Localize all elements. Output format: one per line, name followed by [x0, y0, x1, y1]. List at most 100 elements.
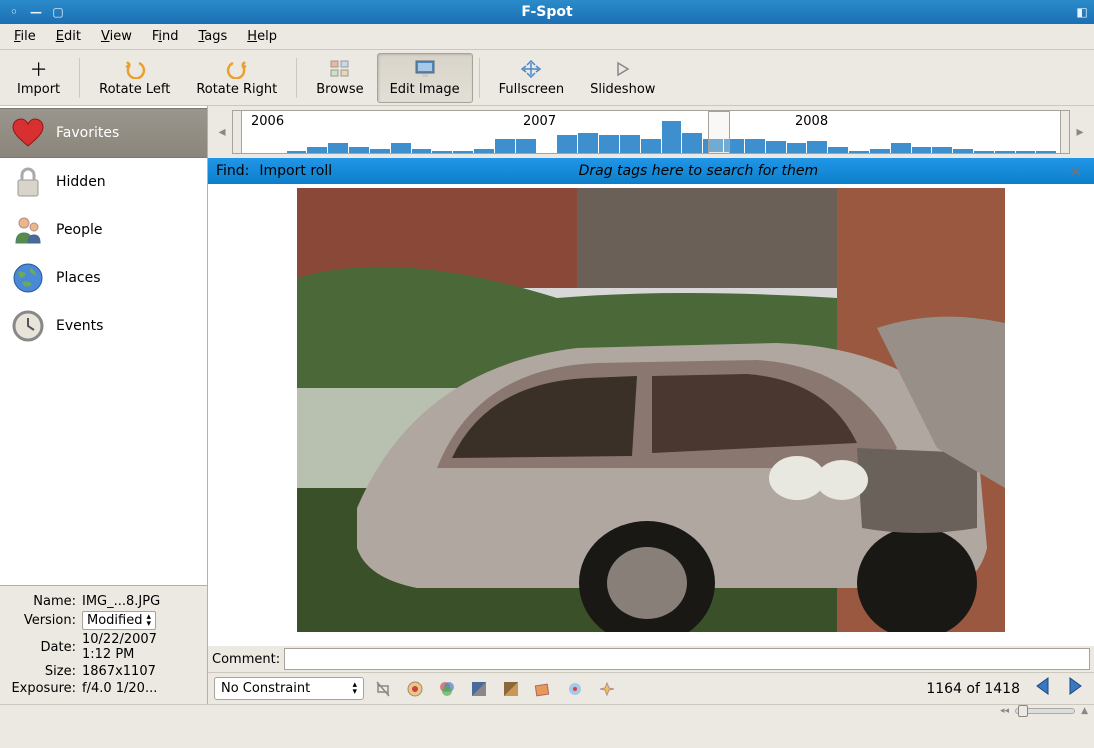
plus-icon: ＋: [30, 58, 48, 80]
timeline-bar: [807, 141, 827, 153]
maximize-icon[interactable]: ▢: [52, 6, 64, 18]
play-icon: [615, 58, 631, 80]
timeline-bar: [953, 149, 973, 153]
next-photo-button[interactable]: [1062, 675, 1088, 703]
date-label: Date:: [6, 640, 82, 655]
timeline-handle-left[interactable]: [232, 110, 242, 154]
slideshow-button[interactable]: Slideshow: [577, 53, 668, 103]
timeline-bar: [662, 121, 682, 153]
menu-help[interactable]: Help: [239, 27, 285, 46]
edit-toolbar: No Constraint ▴▾ 1164 of 1418: [208, 672, 1094, 704]
sidebar: Favorites Hidden People Places Events Na…: [0, 106, 208, 704]
timeline: ◂ 2006 2007 2008 ▸: [208, 106, 1094, 158]
timeline-bar: [912, 147, 932, 153]
rotate-right-button[interactable]: Rotate Right: [183, 53, 290, 103]
timeline-bar: [745, 139, 765, 153]
sidebar-tag-hidden[interactable]: Hidden: [0, 158, 207, 206]
import-button[interactable]: ＋ Import: [4, 53, 73, 103]
zoom-control: ◂◂ ▲: [1000, 706, 1088, 716]
timeline-bar: [412, 149, 432, 153]
find-query[interactable]: Import roll: [259, 163, 332, 179]
timeline-bar: [495, 139, 515, 153]
redeye-icon[interactable]: [402, 677, 428, 701]
sidebar-tag-events[interactable]: Events: [0, 302, 207, 350]
prev-photo-button[interactable]: [1030, 675, 1056, 703]
exposure-value: f/4.0 1/20...: [82, 681, 201, 696]
rotate-right-icon: [226, 58, 248, 80]
straighten-icon[interactable]: [530, 677, 556, 701]
clock-icon: [10, 308, 46, 344]
rotate-left-icon: [124, 58, 146, 80]
timeline-bar: [787, 143, 807, 153]
lock-icon: [10, 164, 46, 200]
size-label: Size:: [6, 664, 82, 679]
zoom-in-icon[interactable]: ▲: [1081, 706, 1088, 716]
size-value: 1867x1107: [82, 664, 201, 679]
auto-color-icon[interactable]: [594, 677, 620, 701]
sidebar-tag-people[interactable]: People: [0, 206, 207, 254]
menu-view[interactable]: View: [93, 27, 140, 46]
heart-icon: [10, 115, 46, 151]
version-label: Version:: [6, 613, 82, 628]
toolbar-separator: [479, 58, 480, 98]
crop-constraint-select[interactable]: No Constraint ▴▾: [214, 677, 364, 700]
close-icon[interactable]: ✕: [1065, 162, 1086, 181]
comment-input[interactable]: [284, 648, 1090, 670]
menu-tags[interactable]: Tags: [191, 27, 236, 46]
fullscreen-icon: [521, 58, 541, 80]
date-value: 10/22/2007 1:12 PM: [82, 632, 201, 662]
timeline-bar: [870, 149, 890, 153]
timeline-bar: [620, 135, 640, 153]
window-menu-icon[interactable]: ◦: [8, 6, 20, 18]
timeline-bar: [1036, 151, 1056, 153]
spinner-icon: ▴▾: [352, 682, 357, 696]
window-titlebar: ◦ — ▢ F-Spot ◧: [0, 0, 1094, 24]
timeline-next-button[interactable]: ▸: [1072, 124, 1088, 140]
sepia-icon[interactable]: [498, 677, 524, 701]
timeline-bar: [766, 141, 786, 153]
menu-find[interactable]: Find: [144, 27, 187, 46]
metadata-panel: Name: IMG_...8.JPG Version: Modified ▴▾ …: [0, 585, 207, 704]
comment-row: Comment:: [208, 646, 1094, 672]
toolbar-separator: [296, 58, 297, 98]
monitor-icon: [414, 58, 436, 80]
timeline-bar: [641, 139, 661, 153]
timeline-bar: [432, 151, 452, 153]
timeline-selector[interactable]: [708, 111, 730, 153]
sidebar-tag-places[interactable]: Places: [0, 254, 207, 302]
crop-icon[interactable]: [370, 677, 396, 701]
exposure-label: Exposure:: [6, 681, 82, 696]
tag-list: Favorites Hidden People Places Events: [0, 106, 207, 585]
timeline-bar: [516, 139, 536, 153]
timeline-prev-button[interactable]: ◂: [214, 124, 230, 140]
version-value: Modified: [87, 613, 142, 628]
timeline-bar: [307, 147, 327, 153]
zoom-slider[interactable]: [1015, 708, 1075, 714]
sidebar-tag-favorites[interactable]: Favorites: [0, 108, 207, 158]
minimize-icon[interactable]: —: [30, 6, 42, 18]
name-value: IMG_...8.JPG: [82, 594, 201, 609]
timeline-bar: [453, 151, 473, 153]
desaturate-icon[interactable]: [466, 677, 492, 701]
soft-focus-icon[interactable]: [562, 677, 588, 701]
sidebar-item-label: People: [56, 222, 103, 238]
zoom-out-icon[interactable]: ◂◂: [1000, 706, 1009, 716]
color-icon[interactable]: [434, 677, 460, 701]
menu-edit[interactable]: Edit: [48, 27, 89, 46]
timeline-track[interactable]: 2006 2007 2008: [232, 110, 1070, 154]
statusbar: ◂◂ ▲: [0, 704, 1094, 716]
timeline-handle-right[interactable]: [1060, 110, 1070, 154]
timeline-bars: [245, 113, 1057, 153]
browse-button[interactable]: Browse: [303, 53, 376, 103]
fullscreen-button[interactable]: Fullscreen: [486, 53, 577, 103]
rotate-left-button[interactable]: Rotate Left: [86, 53, 183, 103]
timeline-bar: [557, 135, 577, 153]
version-select[interactable]: Modified ▴▾: [82, 611, 156, 630]
image-viewport[interactable]: [208, 184, 1094, 646]
edit-image-button[interactable]: Edit Image: [377, 53, 473, 103]
find-label: Find:: [216, 163, 249, 179]
window-title: F-Spot: [521, 4, 572, 20]
menu-file[interactable]: File: [6, 27, 44, 46]
globe-icon: [10, 260, 46, 296]
timeline-bar: [849, 151, 869, 153]
